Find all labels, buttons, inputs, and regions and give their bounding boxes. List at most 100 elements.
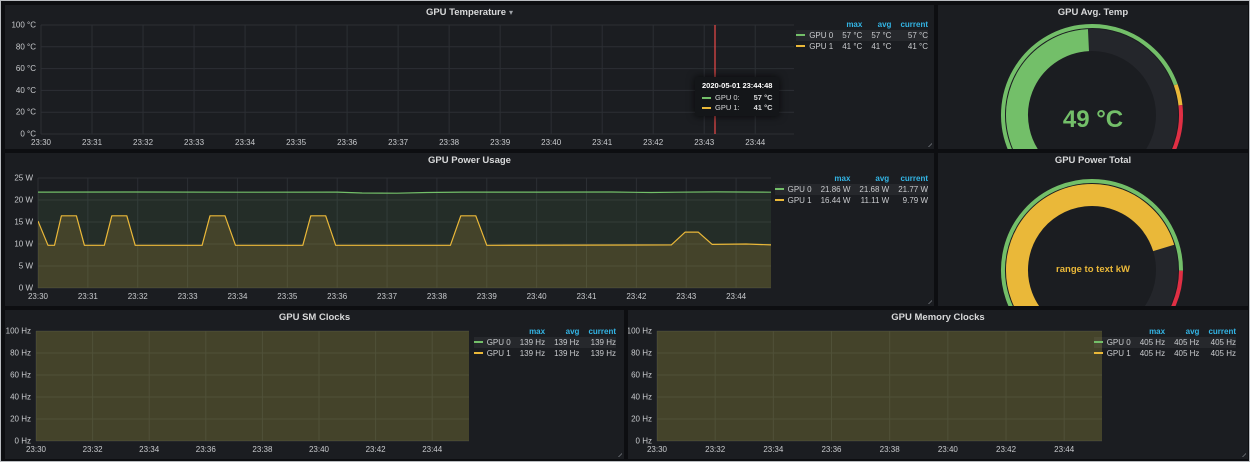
y-axis-tick-label: 60 Hz: [10, 371, 31, 380]
gpu-memory-clocks-legend[interactable]: maxavgcurrentGPU 0405 Hz405 Hz405 HzGPU …: [1094, 326, 1236, 359]
tooltip-row: GPU 1:41 °C: [702, 103, 772, 112]
y-axis-tick-label: 20 W: [14, 196, 33, 205]
legend-row: GPU 1405 Hz405 Hz405 Hz: [1094, 348, 1236, 359]
y-axis-tick-label: 60 Hz: [631, 371, 652, 380]
x-axis-tick-label: 23:33: [184, 138, 205, 147]
y-axis-tick-label: 100 Hz: [628, 327, 652, 336]
legend-stat-value: 41 °C: [891, 41, 928, 52]
graph-tooltip: 2020-05-01 23:44:48 GPU 0:57 °CGPU 1:41 …: [695, 77, 779, 116]
grid: [41, 25, 794, 134]
panel-gpu-power-usage: GPU Power Usage 0 W5 W10 W15 W20 W25 W23…: [5, 153, 934, 306]
series-group: [36, 310, 469, 441]
gpu-sm-clocks-legend[interactable]: maxavgcurrentGPU 0139 Hz139 Hz139 HzGPU …: [474, 326, 616, 359]
x-axis-tick-label: 23:34: [235, 138, 256, 147]
panel-title-gpu-power-total[interactable]: GPU Power Total: [938, 155, 1248, 166]
y-axis-tick-label: 40 Hz: [631, 393, 652, 402]
legend-stat-value: 41 °C: [862, 41, 891, 52]
legend-row: GPU 0405 Hz405 Hz405 Hz: [1094, 337, 1236, 348]
legend-column-header[interactable]: current: [891, 19, 928, 30]
legend-stat-value: 139 Hz: [579, 337, 616, 348]
legend-stat-value: 139 Hz: [545, 348, 579, 359]
series-color-dash-icon: [474, 341, 483, 343]
y-axis-tick-label: 60 °C: [16, 64, 36, 73]
legend-column-header[interactable]: max: [1131, 326, 1165, 337]
x-axis-tick-label: 23:42: [643, 138, 664, 147]
legend-row: GPU 141 °C41 °C41 °C: [796, 41, 928, 52]
x-axis-tick-label: 23:44: [1054, 445, 1075, 454]
x-axis-tick-label: 23:41: [592, 138, 613, 147]
x-axis-tick-label: 23:31: [78, 292, 99, 301]
x-axis-tick-label: 23:35: [277, 292, 298, 301]
legend-column-header[interactable]: current: [889, 173, 928, 184]
legend-stat-value: 11.11 W: [850, 195, 889, 206]
legend-stat-value: 41 °C: [833, 41, 862, 52]
legend-column-header[interactable]: current: [1199, 326, 1236, 337]
gauge-value: 49 °C: [938, 106, 1248, 134]
legend-column-header[interactable]: avg: [545, 326, 579, 337]
panel-gpu-temperature: GPU Temperature▾ 0 °C20 °C40 °C60 °C80 °…: [5, 5, 934, 149]
panel-title-gpu-avg-temp[interactable]: GPU Avg. Temp: [938, 7, 1248, 18]
x-axis-tick-label: 23:38: [880, 445, 901, 454]
x-axis-tick-label: 23:34: [139, 445, 160, 454]
x-axis-tick-label: 23:44: [745, 138, 766, 147]
legend-series-label[interactable]: GPU 1: [1094, 348, 1131, 359]
legend-series-label[interactable]: GPU 0: [775, 184, 812, 195]
panel-gpu-power-total: GPU Power Total range to text kW: [938, 153, 1248, 306]
legend-stat-value: 139 Hz: [511, 337, 545, 348]
gpu-temperature-legend[interactable]: maxavgcurrentGPU 057 °C57 °C57 °CGPU 141…: [796, 19, 928, 52]
tooltip-row: GPU 0:57 °C: [702, 93, 772, 102]
panel-title-gpu-sm-clocks[interactable]: GPU SM Clocks: [5, 312, 624, 323]
panel-title-gpu-temperature[interactable]: GPU Temperature▾: [5, 7, 934, 18]
legend-column-header[interactable]: max: [812, 173, 851, 184]
x-axis-tick-label: 23:44: [726, 292, 747, 301]
legend-stat-value: 57 °C: [891, 30, 928, 41]
legend-stat-value: 405 Hz: [1165, 348, 1199, 359]
series-color-dash-icon: [1094, 352, 1103, 354]
series-fill-gpu-1: [36, 310, 469, 441]
legend-series-label[interactable]: GPU 1: [775, 195, 812, 206]
legend-series-label[interactable]: GPU 0: [474, 337, 511, 348]
x-axis-tick-label: 23:40: [309, 445, 330, 454]
x-axis-tick-label: 23:36: [327, 292, 348, 301]
legend-column-header[interactable]: avg: [1165, 326, 1199, 337]
legend-column-header[interactable]: avg: [850, 173, 889, 184]
gpu-power-usage-legend[interactable]: maxavgcurrentGPU 021.86 W21.68 W21.77 WG…: [775, 173, 928, 206]
legend-stat-value: 57 °C: [862, 30, 891, 41]
legend-column-header[interactable]: max: [833, 19, 862, 30]
legend-series-label[interactable]: GPU 1: [474, 348, 511, 359]
x-axis-tick-label: 23:42: [366, 445, 387, 454]
legend-series-label[interactable]: GPU 0: [796, 30, 833, 41]
x-axis-tick-label: 23:34: [763, 445, 784, 454]
x-axis-tick-label: 23:33: [178, 292, 199, 301]
legend-stat-value: 139 Hz: [511, 348, 545, 359]
series-color-dash-icon: [702, 107, 711, 109]
x-axis-tick-label: 23:40: [527, 292, 548, 301]
legend-row: GPU 057 °C57 °C57 °C: [796, 30, 928, 41]
y-axis-tick-label: 20 Hz: [10, 415, 31, 424]
legend-stat-value: 16.44 W: [812, 195, 851, 206]
panel-title-gpu-power-usage[interactable]: GPU Power Usage: [5, 155, 934, 166]
x-axis-tick-label: 23:32: [133, 138, 154, 147]
x-axis-tick-label: 23:43: [676, 292, 697, 301]
gauge-value-arc: [1017, 195, 1164, 306]
legend-column-header[interactable]: avg: [862, 19, 891, 30]
x-axis-tick-label: 23:30: [31, 138, 52, 147]
series-group: [657, 310, 1102, 441]
legend-column-header[interactable]: max: [511, 326, 545, 337]
legend-series-label[interactable]: GPU 0: [1094, 337, 1131, 348]
legend-row: GPU 021.86 W21.68 W21.77 W: [775, 184, 928, 195]
legend-row: GPU 1139 Hz139 Hz139 Hz: [474, 348, 616, 359]
panel-title-gpu-memory-clocks[interactable]: GPU Memory Clocks: [628, 312, 1248, 323]
x-axis-tick-label: 23:38: [439, 138, 460, 147]
legend-stat-value: 405 Hz: [1131, 348, 1165, 359]
x-axis-tick-label: 23:31: [82, 138, 103, 147]
gpu-temperature-chart[interactable]: 0 °C20 °C40 °C60 °C80 °C100 °C23:3023:31…: [5, 5, 934, 149]
y-axis-tick-label: 15 W: [14, 218, 33, 227]
x-axis-tick-label: 23:40: [541, 138, 562, 147]
legend-column-header[interactable]: current: [579, 326, 616, 337]
x-axis-tick-label: 23:36: [337, 138, 358, 147]
series-color-dash-icon: [1094, 341, 1103, 343]
x-axis-tick-label: 23:38: [427, 292, 448, 301]
panel-title-text: GPU Avg. Temp: [1058, 7, 1128, 18]
legend-series-label[interactable]: GPU 1: [796, 41, 833, 52]
